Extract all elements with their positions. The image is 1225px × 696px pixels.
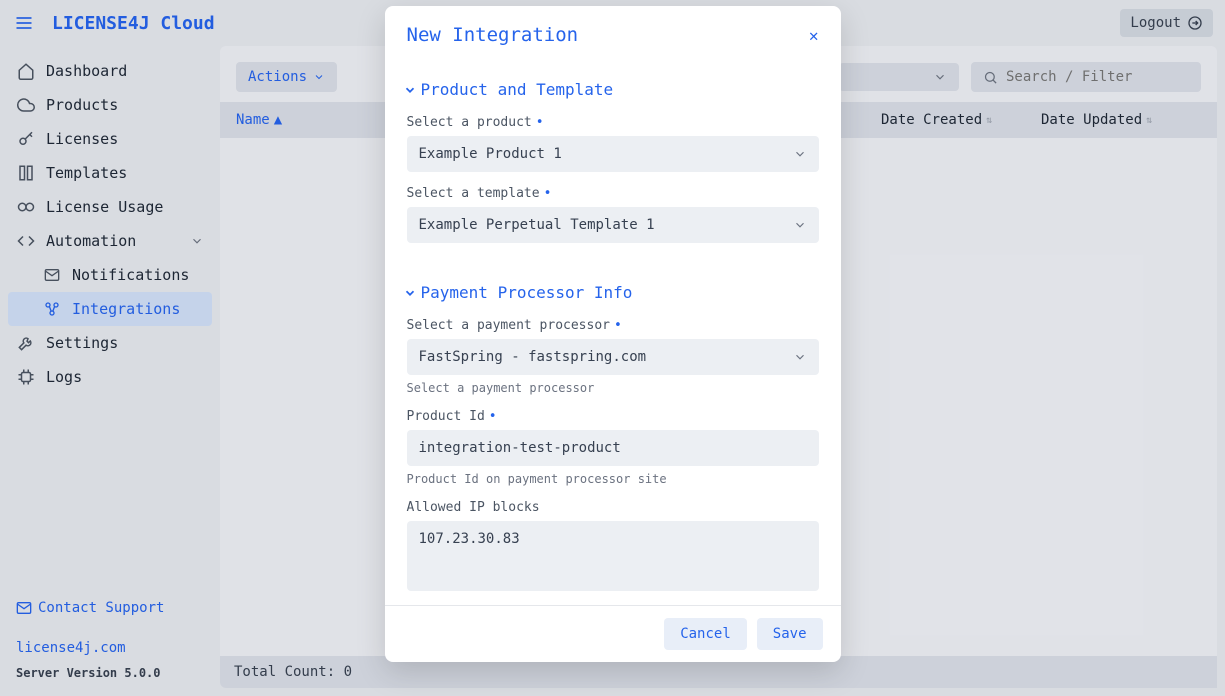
ip-textarea[interactable] [407, 521, 819, 591]
section-product-template[interactable]: Product and Template [403, 80, 819, 99]
processor-help: Select a payment processor [407, 381, 819, 395]
product-label: Select a product• [407, 115, 819, 130]
processor-select[interactable]: FastSpring - fastspring.com [407, 339, 819, 375]
modal-title: New Integration [407, 24, 579, 46]
productid-input[interactable]: integration-test-product [407, 430, 819, 466]
save-button[interactable]: Save [757, 618, 823, 650]
cancel-button[interactable]: Cancel [664, 618, 747, 650]
chevron-down-icon [793, 218, 807, 232]
ip-label: Allowed IP blocks [407, 500, 819, 515]
template-select[interactable]: Example Perpetual Template 1 [407, 207, 819, 243]
chevron-down-icon [793, 147, 807, 161]
chevron-down-icon [403, 83, 417, 97]
close-icon[interactable]: ✕ [809, 26, 819, 45]
product-select[interactable]: Example Product 1 [407, 136, 819, 172]
template-label: Select a template• [407, 186, 819, 201]
section-payment-processor[interactable]: Payment Processor Info [403, 283, 819, 302]
productid-help: Product Id on payment processor site [407, 472, 819, 486]
chevron-down-icon [403, 286, 417, 300]
processor-label: Select a payment processor• [407, 318, 819, 333]
new-integration-modal: New Integration ✕ Product and Template S… [385, 6, 841, 662]
productid-label: Product Id• [407, 409, 819, 424]
modal-backdrop: New Integration ✕ Product and Template S… [0, 0, 1225, 696]
chevron-down-icon [793, 350, 807, 364]
